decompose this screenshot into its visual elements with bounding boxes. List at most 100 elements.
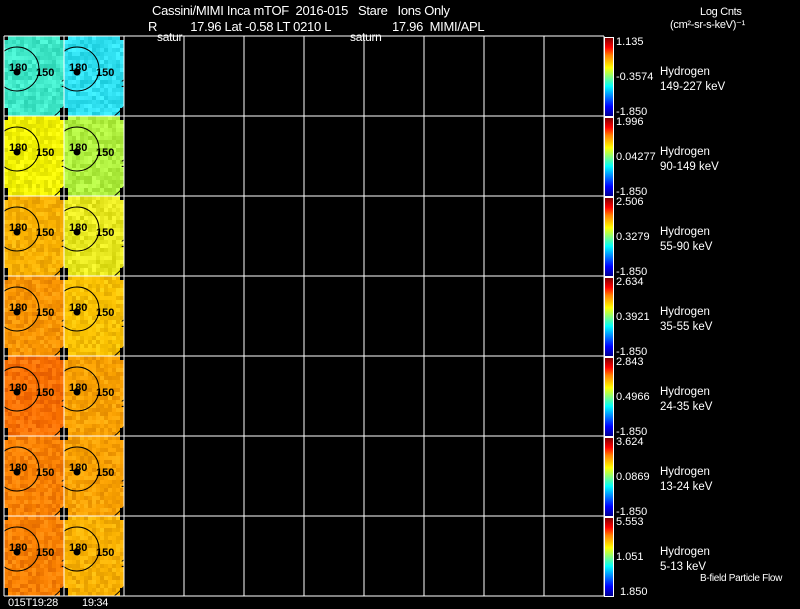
image-pixel xyxy=(116,484,120,488)
image-pixel xyxy=(100,268,104,272)
image-pixel xyxy=(16,448,20,452)
image-pixel xyxy=(36,132,40,136)
image-pixel xyxy=(36,188,40,192)
image-pixel xyxy=(76,272,80,276)
image-pixel xyxy=(84,36,88,40)
image-pixel xyxy=(12,516,16,520)
image-pixel xyxy=(28,180,32,184)
image-pixel xyxy=(104,120,108,124)
image-pixel xyxy=(100,432,104,436)
image-pixel xyxy=(120,452,124,456)
image-pixel xyxy=(76,324,80,328)
image-pixel xyxy=(52,284,56,288)
image-pixel xyxy=(44,104,48,108)
image-pixel xyxy=(64,308,68,312)
image-pixel xyxy=(16,564,20,568)
image-pixel xyxy=(104,496,108,500)
image-pixel xyxy=(108,528,112,532)
image-pixel xyxy=(80,84,84,88)
image-pixel xyxy=(40,296,44,300)
image-pixel xyxy=(112,216,116,220)
image-pixel xyxy=(108,176,112,180)
image-pixel xyxy=(120,592,124,596)
image-pixel xyxy=(28,580,32,584)
image-pixel xyxy=(64,180,68,184)
image-pixel xyxy=(28,556,32,560)
image-pixel xyxy=(84,428,88,432)
image-pixel xyxy=(104,376,108,380)
image-pixel xyxy=(12,360,16,364)
image-pixel xyxy=(80,588,84,592)
image-pixel xyxy=(28,552,32,556)
image-pixel xyxy=(112,108,116,112)
contour-label: 150 xyxy=(96,467,114,479)
image-pixel xyxy=(20,160,24,164)
image-pixel xyxy=(28,380,32,384)
image-pixel xyxy=(24,120,28,124)
image-pixel xyxy=(56,316,60,320)
image-pixel xyxy=(28,344,32,348)
image-pixel xyxy=(56,68,60,72)
image-pixel xyxy=(52,372,56,376)
image-pixel xyxy=(56,560,60,564)
image-pixel xyxy=(108,444,112,448)
image-pixel xyxy=(104,84,108,88)
image-pixel xyxy=(36,412,40,416)
image-pixel xyxy=(56,56,60,60)
image-pixel xyxy=(32,264,36,268)
image-pixel xyxy=(64,212,68,216)
image-pixel xyxy=(112,324,116,328)
image-pixel xyxy=(68,120,72,124)
image-pixel xyxy=(88,556,92,560)
image-pixel xyxy=(92,572,96,576)
image-pixel xyxy=(20,496,24,500)
image-pixel xyxy=(24,160,28,164)
image-pixel xyxy=(4,108,8,112)
image-pixel xyxy=(80,236,84,240)
image-pixel xyxy=(52,572,56,576)
image-pixel xyxy=(104,352,108,356)
image-pixel xyxy=(64,472,68,476)
image-pixel xyxy=(12,40,16,44)
image-pixel xyxy=(112,344,116,348)
image-pixel xyxy=(64,516,68,520)
image-pixel xyxy=(52,280,56,284)
image-pixel xyxy=(4,500,8,504)
image-pixel xyxy=(76,580,80,584)
image-pixel xyxy=(108,252,112,256)
image-pixel xyxy=(104,176,108,180)
image-pixel xyxy=(24,580,28,584)
image-pixel xyxy=(88,220,92,224)
image-pixel xyxy=(72,40,76,44)
image-pixel xyxy=(88,512,92,516)
image-pixel xyxy=(40,520,44,524)
image-pixel xyxy=(32,340,36,344)
image-pixel xyxy=(104,408,108,412)
image-pixel xyxy=(104,112,108,116)
image-pixel xyxy=(60,572,64,576)
image-pixel xyxy=(96,196,100,200)
image-pixel xyxy=(40,164,44,168)
image-pixel xyxy=(116,388,120,392)
image-pixel xyxy=(8,176,12,180)
image-pixel xyxy=(96,420,100,424)
image-pixel xyxy=(68,480,72,484)
image-pixel xyxy=(4,316,8,320)
image-pixel xyxy=(84,96,88,100)
image-pixel xyxy=(44,528,48,532)
image-pixel xyxy=(88,312,92,316)
image-pixel xyxy=(108,412,112,416)
flow-legend-label: B-field Particle Flow xyxy=(700,573,783,584)
image-pixel xyxy=(116,480,120,484)
image-pixel xyxy=(100,188,104,192)
image-pixel xyxy=(84,80,88,84)
image-pixel xyxy=(16,456,20,460)
image-pixel xyxy=(56,224,60,228)
image-pixel xyxy=(100,296,104,300)
image-pixel xyxy=(12,316,16,320)
image-pixel xyxy=(68,436,72,440)
image-pixel xyxy=(88,112,92,116)
image-pixel xyxy=(56,52,60,56)
image-pixel xyxy=(64,332,68,336)
image-pixel xyxy=(104,104,108,108)
